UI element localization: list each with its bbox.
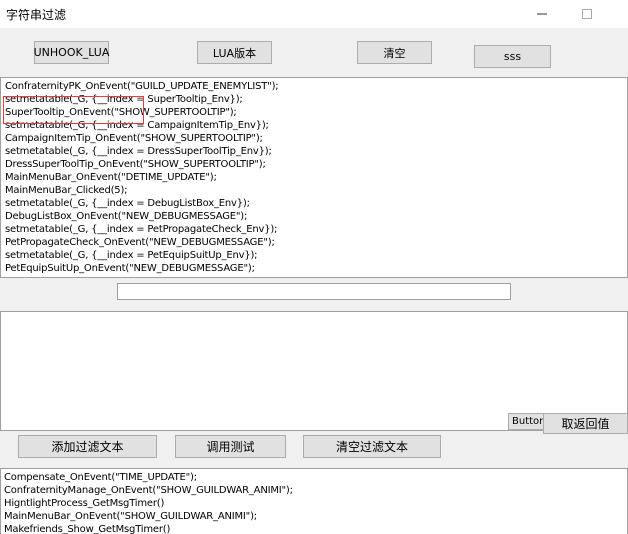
minimize-button[interactable] [520,2,564,26]
log-textbox[interactable]: ConfraternityPK_OnEvent("GUILD_UPDATE_EN… [0,77,628,278]
log-line: PetEquipSuitUp_OnEvent("NEW_DEBUGMESSAGE… [5,263,255,274]
filtered-log-line: Makefriends_Show_GetMsgTimer() [4,524,171,534]
clear-button[interactable]: 清空 [357,41,432,64]
log-line: setmetatable(_G, {__index = SuperTooltip… [5,94,243,105]
maximize-button[interactable] [565,2,609,26]
log-line: setmetatable(_G, {__index = PetEquipSuit… [5,250,258,261]
log-line: SuperTooltip_OnEvent("SHOW_SUPERTOOLTIP"… [5,107,237,118]
log-line: setmetatable(_G, {__index = PetPropagate… [5,224,278,235]
debug-call-button[interactable]: 调用测试 [175,435,286,458]
log-line: setmetatable(_G, {__index = DebugListBox… [5,198,250,209]
log-line: CampaignItemTip_OnEvent("SHOW_SUPERTOOLT… [5,133,263,144]
generic-button[interactable]: Button [508,413,544,430]
sss-button[interactable]: sss [474,45,551,68]
log-line: PetPropagateCheck_OnEvent("NEW_DEBUGMESS… [5,237,275,248]
maximize-icon [582,9,592,19]
log-line: MainMenuBar_Clicked(5); [5,185,128,196]
log-line: ConfraternityPK_OnEvent("GUILD_UPDATE_EN… [5,81,279,92]
window-title: 字符串过滤 [6,8,67,22]
filtered-log-line: Compensate_OnEvent("TIME_UPDATE"); [4,472,197,483]
filtered-log-line: MainMenuBar_OnEvent("SHOW_GUILDWAR_ANIMI… [4,511,257,522]
filter-text-input[interactable] [117,283,511,300]
clear-filter-text-button[interactable]: 清空过滤文本 [303,435,441,458]
log-line: DebugListBox_OnEvent("NEW_DEBUGMESSAGE")… [5,211,248,222]
get-return-value-button[interactable]: 取返回值 [543,413,628,434]
filtered-log-textbox[interactable]: Compensate_OnEvent("TIME_UPDATE"); Confr… [0,468,628,534]
minimize-icon [537,13,547,15]
filtered-log-line: HigntlightProcess_GetMsgTimer() [4,498,165,509]
log-line: DressSuperToolTip_OnEvent("SHOW_SUPERTOO… [5,159,266,170]
lua-version-button[interactable]: LUA版本 [197,41,272,64]
log-line: MainMenuBar_OnEvent("DETIME_UPDATE"); [5,172,217,183]
add-filter-text-button[interactable]: 添加过滤文本 [18,435,157,458]
title-bar: 字符串过滤 [0,0,628,28]
unhook-lua-button[interactable]: UNHOOK_LUA [34,41,109,64]
filtered-log-line: ConfraternityManage_OnEvent("SHOW_GUILDW… [4,485,293,496]
log-line: setmetatable(_G, {__index = DressSuperTo… [5,146,272,157]
log-line: setmetatable(_G, {__index = CampaignItem… [5,120,269,131]
